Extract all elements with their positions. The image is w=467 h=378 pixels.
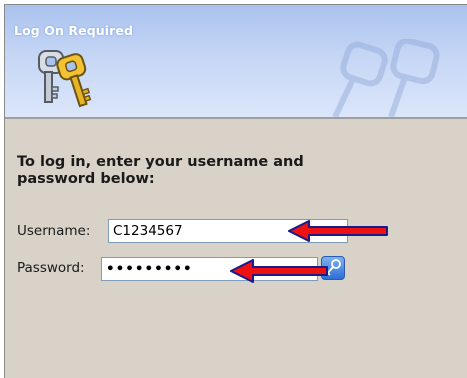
red-arrow-icon-username [288,220,388,242]
keys-icon [38,50,92,108]
dialog-title: Log On Required [14,23,134,38]
log-on-dialog: Log On Required To log in, enter your us… [4,4,467,378]
keys-watermark-icon [332,39,440,117]
password-label: Password: [17,260,85,276]
red-arrow-icon-password [230,259,328,283]
login-instructions: To log in, enter your username and passw… [17,154,304,187]
dialog-banner: Log On Required [5,5,467,119]
username-label: Username: [17,223,91,239]
